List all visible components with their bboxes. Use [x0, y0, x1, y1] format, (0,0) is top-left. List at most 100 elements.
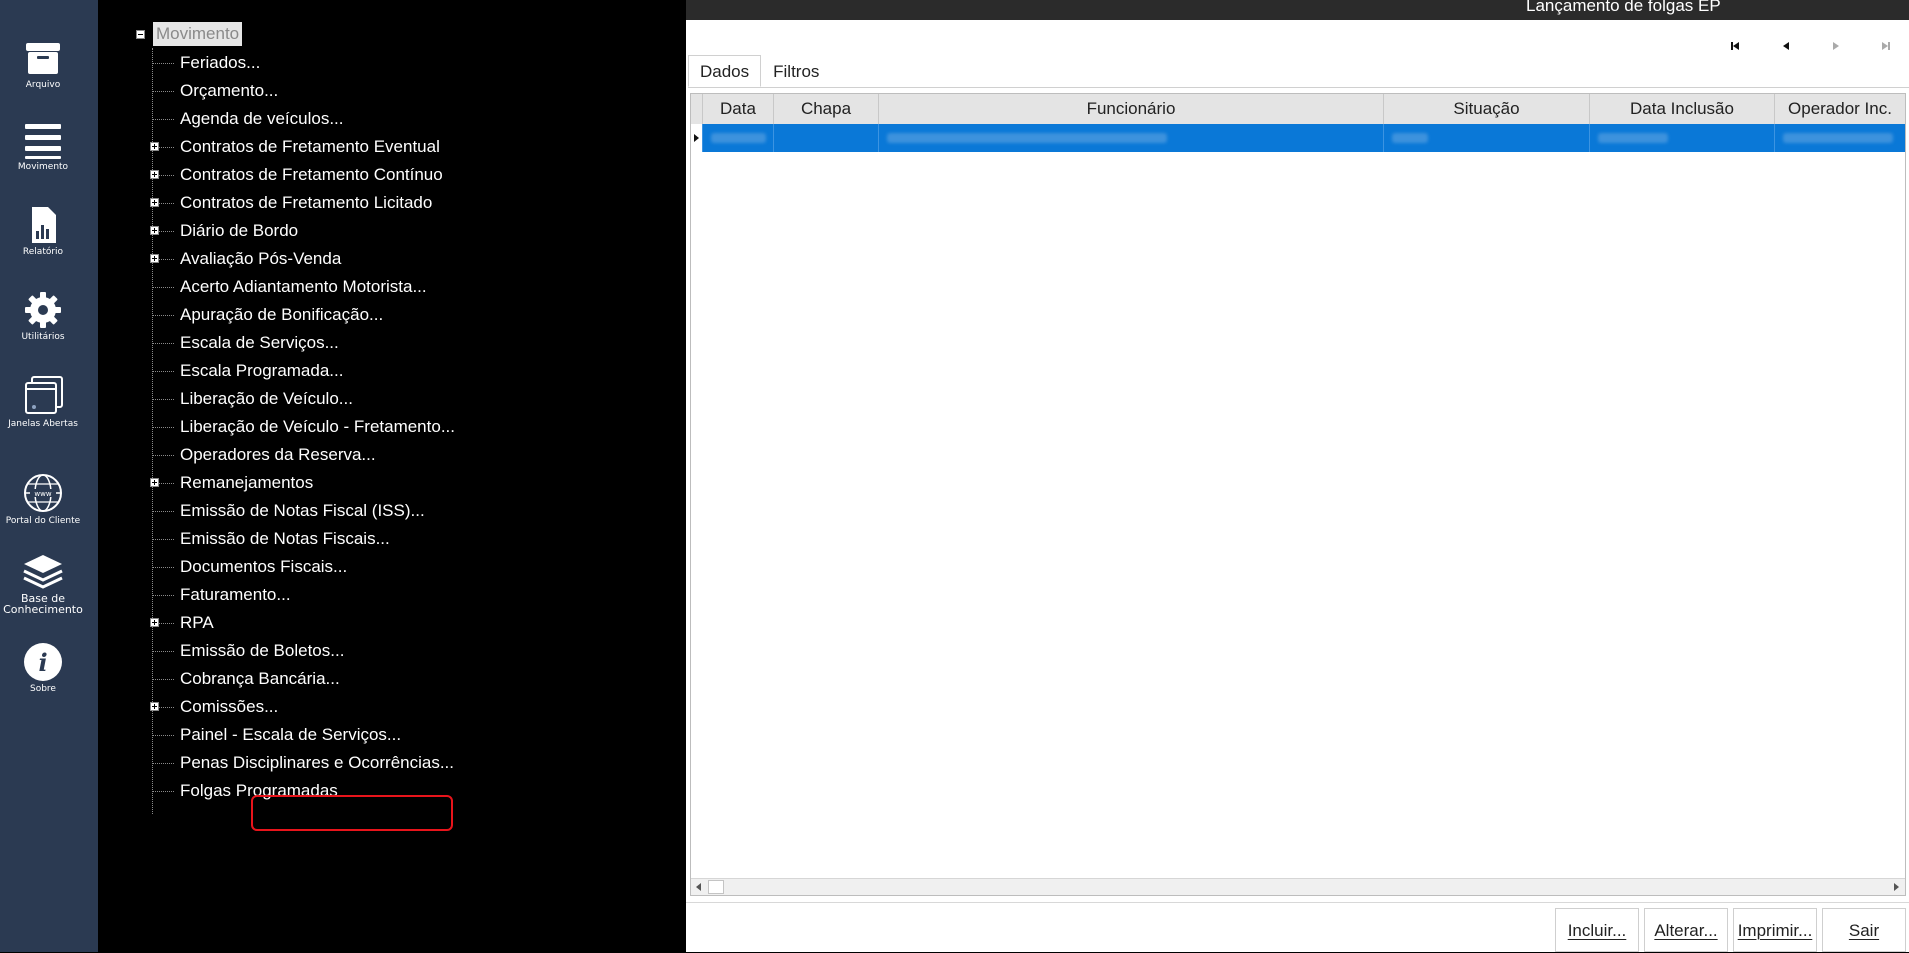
expand-icon[interactable] — [150, 226, 159, 235]
tree-item-acerto-adiantamento-motorista[interactable]: Acerto Adiantamento Motorista... — [150, 273, 427, 301]
tree-connector — [152, 90, 174, 92]
tree-item-escala-de-servicos[interactable]: Escala de Serviços... — [150, 329, 339, 357]
tree-item-label: Orçamento... — [180, 81, 279, 100]
expand-icon[interactable] — [150, 478, 159, 487]
tree-item-emissao-de-notas-fiscal-iss[interactable]: Emissão de Notas Fiscal (ISS)... — [150, 497, 425, 525]
menu-tree: Movimento Feriados... Orçamento... Agenda … — [98, 20, 686, 952]
alterar-button[interactable]: Alterar... — [1644, 908, 1728, 952]
table-row[interactable] — [691, 124, 1905, 152]
tab-dados[interactable]: Dados — [688, 55, 762, 87]
scroll-right-button[interactable] — [1890, 880, 1904, 894]
expand-icon[interactable] — [150, 198, 159, 207]
scroll-left-button[interactable] — [692, 880, 706, 894]
tree-item-painel-escala-de-servicos[interactable]: Painel - Escala de Serviços... — [150, 721, 401, 749]
tree-item-operadores-da-reserva[interactable]: Operadores da Reserva... — [150, 441, 376, 469]
tree-connector — [152, 370, 174, 372]
imprimir-button[interactable]: Imprimir... — [1733, 908, 1817, 952]
tab-filtros[interactable]: Filtros — [761, 55, 831, 87]
tree-item-label: Remanejamentos — [180, 473, 314, 492]
tree-item-emissao-de-boletos[interactable]: Emissão de Boletos... — [150, 637, 344, 665]
tree-item-cobranca-bancaria[interactable]: Cobrança Bancária... — [150, 665, 340, 693]
tree-connector — [152, 398, 174, 400]
tree-item-orcamento[interactable]: Orçamento... — [150, 77, 278, 105]
tree-item-faturamento[interactable]: Faturamento... — [150, 581, 291, 609]
tree-item-diario-de-bordo[interactable]: Diário de Bordo — [150, 217, 298, 245]
tree-item-label: Comissões... — [180, 697, 279, 716]
tree-item-contratos-de-fretamento-eventual[interactable]: Contratos de Fretamento Eventual — [150, 133, 440, 161]
sidebar-item-label: Base de Conhecimento — [3, 592, 83, 616]
scrollbar-thumb[interactable] — [708, 880, 724, 894]
tree-item-documentos-fiscais[interactable]: Documentos Fiscais... — [150, 553, 347, 581]
tree-connector — [152, 566, 174, 568]
tree-item-emissao-de-notas-fiscais[interactable]: Emissão de Notas Fiscais... — [150, 525, 390, 553]
sair-button[interactable]: Sair — [1822, 908, 1906, 952]
table-cell — [774, 124, 879, 152]
archive-icon — [26, 43, 60, 74]
column-header-funcionario[interactable]: Funcionário — [879, 94, 1384, 124]
tree-item-label: Emissão de Notas Fiscal (ISS)... — [180, 501, 425, 520]
sidebar-item-movimento[interactable]: Movimento — [0, 120, 86, 173]
sidebar-item-base-conhecimento[interactable]: Base de Conhecimento — [0, 553, 86, 615]
column-header-situacao[interactable]: Situação — [1384, 94, 1590, 124]
sidebar-item-relatorio[interactable]: Relatório — [0, 205, 86, 258]
last-record-button[interactable] — [1874, 34, 1898, 58]
column-header-chapa[interactable]: Chapa — [774, 94, 879, 124]
sidebar-item-arquivo[interactable]: Arquivo — [0, 38, 86, 91]
tree-item-remanejamentos[interactable]: Remanejamentos — [150, 469, 313, 497]
sidebar-item-sobre[interactable]: i Sobre — [0, 642, 86, 695]
tree-item-apuracao-de-bonificacao[interactable]: Apuração de Bonificação... — [150, 301, 383, 329]
tree-item-escala-programada[interactable]: Escala Programada... — [150, 357, 343, 385]
row-indicator — [691, 124, 703, 152]
expand-icon[interactable] — [150, 142, 159, 151]
previous-record-icon — [1783, 42, 1789, 50]
sidebar-item-utilitarios[interactable]: Utilitários — [0, 290, 86, 343]
grid-header: Data Chapa Funcionário Situação Data Inc… — [691, 94, 1905, 124]
expand-icon[interactable] — [150, 702, 159, 711]
tree-connector — [152, 62, 174, 64]
tree-connector — [152, 790, 174, 792]
tree-item-label: Penas Disciplinares e Ocorrências... — [180, 753, 455, 772]
sidebar-item-janelas-abertas[interactable]: Janelas Abertas — [0, 375, 86, 430]
hamburger-menu-icon — [25, 124, 61, 159]
expand-icon[interactable] — [150, 254, 159, 263]
tree-item-label: Contratos de Fretamento Contínuo — [180, 165, 443, 184]
incluir-button[interactable]: Incluir... — [1555, 908, 1639, 952]
last-record-icon — [1882, 42, 1890, 50]
tree-item-liberacao-de-veiculo-fretamento[interactable]: Liberação de Veículo - Fretamento... — [150, 413, 455, 441]
tree-item-contratos-de-fretamento-continuo[interactable]: Contratos de Fretamento Contínuo — [150, 161, 443, 189]
horizontal-scrollbar[interactable] — [691, 878, 1905, 895]
tree-item-label: Documentos Fiscais... — [180, 557, 348, 576]
column-header-data[interactable]: Data — [703, 94, 774, 124]
footer-divider — [686, 902, 1909, 903]
column-header-operador-inc[interactable]: Operador Inc. — [1775, 94, 1905, 124]
folgas-window: Dados Filtros Data Chapa Funcionário Sit… — [686, 20, 1909, 952]
table-cell — [703, 124, 774, 152]
collapse-icon[interactable] — [136, 29, 145, 39]
first-record-button[interactable] — [1723, 34, 1747, 58]
expand-icon[interactable] — [150, 618, 159, 627]
next-record-button[interactable] — [1824, 34, 1848, 58]
sidebar-item-label: Sobre — [30, 684, 56, 694]
expand-icon[interactable] — [150, 170, 159, 179]
tree-item-avaliacao-pos-venda[interactable]: Avaliação Pós-Venda — [150, 245, 341, 273]
tree-item-agenda-de-veiculos[interactable]: Agenda de veículos... — [150, 105, 344, 133]
window-title: Lançamento de folgas EP — [1526, 0, 1721, 15]
tree-item-label: Contratos de Fretamento Licitado — [180, 193, 433, 212]
previous-record-button[interactable] — [1774, 34, 1798, 58]
sidebar-item-portal-cliente[interactable]: www Portal do Cliente — [0, 472, 86, 527]
tree-connector — [152, 426, 174, 428]
tree-item-label: Escala de Serviços... — [180, 333, 339, 352]
table-cell — [1775, 124, 1905, 152]
tree-item-feriados[interactable]: Feriados... — [150, 49, 260, 77]
tree-item-rpa[interactable]: RPA — [150, 609, 214, 637]
tree-root-movimento[interactable]: Movimento — [136, 22, 243, 46]
tree-item-liberacao-de-veiculo[interactable]: Liberação de Veículo... — [150, 385, 353, 413]
tree-item-folgas-programadas[interactable]: Folgas Programadas — [150, 777, 338, 805]
tree-item-penas-disciplinares-e-ocorrencias[interactable]: Penas Disciplinares e Ocorrências... — [150, 749, 454, 777]
records-grid[interactable]: Data Chapa Funcionário Situação Data Inc… — [690, 93, 1906, 896]
tree-connector — [152, 286, 174, 288]
sidebar-item-label: Arquivo — [25, 80, 61, 90]
tree-item-comissoes[interactable]: Comissões... — [150, 693, 278, 721]
tree-item-contratos-de-fretamento-licitado[interactable]: Contratos de Fretamento Licitado — [150, 189, 432, 217]
column-header-data-inclusao[interactable]: Data Inclusão — [1590, 94, 1775, 124]
